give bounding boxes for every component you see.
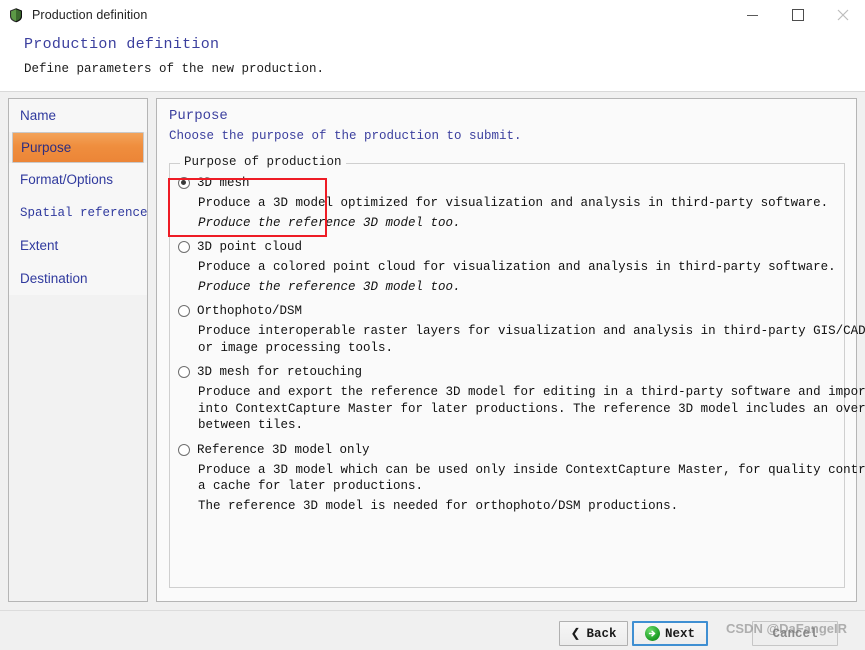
window-title: Production definition [32,8,148,22]
option-spacer [170,434,846,440]
sidebar-filler [9,295,147,595]
radio-option-header[interactable]: 3D point cloud [170,238,846,256]
radio-option-label: Orthophoto/DSM [197,304,303,318]
wizard-step-sidebar: Name Purpose Format/Options Spatial referen… [8,98,148,602]
radio-option-reference-3d-model-only[interactable]: Reference 3D model only Produce a 3D mode… [170,441,865,521]
back-button[interactable]: ❮ Back [559,621,628,646]
radio-option-description: Produce and export the reference 3D mode… [198,385,865,432]
option-spacer [170,514,846,520]
sidebar-item-purpose[interactable]: Purpose [12,132,144,163]
purpose-radio-group[interactable]: 3D mesh Produce a 3D model optimized for … [170,174,865,521]
sidebar-item-label: Extent [20,238,59,253]
group-legend: Purpose of production [180,155,346,169]
minimize-icon[interactable] [730,0,775,30]
radio-option-header[interactable]: Orthophoto/DSM [170,302,846,320]
radio-option-label: 3D point cloud [197,240,303,254]
sidebar-item-label: Format/Options [20,172,114,187]
radio-option-description: Produce a 3D model which can be used onl… [198,462,865,494]
chevron-left-icon: ❮ [570,627,581,641]
radio-button-icon[interactable] [178,305,190,317]
radio-option-3d-mesh[interactable]: 3D mesh Produce a 3D model optimized for … [170,174,846,237]
maximize-icon[interactable] [775,0,820,30]
radio-button-icon[interactable] [178,177,190,189]
sidebar-item-label: Purpose [21,140,72,155]
radio-option-label: 3D mesh [197,176,250,190]
radio-option-header[interactable]: 3D mesh for retouching [170,363,846,381]
radio-button-icon[interactable] [178,366,190,378]
sidebar-item-name[interactable]: Name [9,99,147,132]
radio-option-description: Produce the reference 3D model too. [198,279,461,294]
sidebar-item-label: Destination [20,271,88,286]
arrow-right-circle-icon [644,626,660,641]
close-icon[interactable] [820,0,865,30]
radio-option-description: Produce a 3D model optimized for visuali… [198,196,829,210]
page-subtitle: Choose the purpose of the production to … [169,129,522,143]
dialog-footer [0,611,865,650]
radio-option-3d-mesh-for-retouching[interactable]: 3D mesh for retouching Produce and export… [170,363,865,440]
radio-option-label: Reference 3D model only [197,442,370,457]
purpose-panel: Purpose Choose the purpose of the produc… [156,98,865,602]
radio-button-icon[interactable] [178,241,190,253]
sidebar-item-label: Spatial reference s [20,205,148,220]
sidebar-item-format-options[interactable]: Format/Options [9,163,147,196]
page-title: Purpose [169,108,228,124]
radio-option-description: The reference 3D model is needed for ort… [198,498,679,513]
purpose-of-production-group: Purpose of production 3D mesh Produce a 3… [169,155,865,588]
option-spacer [170,295,846,301]
radio-option-header[interactable]: Reference 3D model only [170,441,846,459]
radio-option-header[interactable]: 3D mesh [170,174,846,192]
sidebar-item-label: Name [20,108,57,123]
radio-option-3d-point-cloud[interactable]: 3D point cloud Produce a colored point cl… [170,238,846,301]
next-button-label: Next [664,626,695,641]
sidebar-item-extent[interactable]: Extent [9,229,147,262]
radio-option-orthophoto-dsm[interactable]: Orthophoto/DSM Produce interoperable rast… [170,302,865,362]
option-spacer [170,356,846,362]
radio-option-description: Produce interoperable raster layers for … [198,324,865,355]
back-button-label: Back [586,626,617,641]
header-title: Production definition [24,36,220,53]
window-controls [730,0,865,30]
title-bar: Production definition [0,0,865,30]
sidebar-item-destination[interactable]: Destination [9,262,147,295]
cancel-button-label: Cancel [772,626,818,641]
cancel-button[interactable]: Cancel [752,621,838,646]
radio-option-description: Produce the reference 3D model too. [198,215,461,230]
option-spacer [170,231,846,237]
production-definition-dialog: Production definition Production definit… [0,0,865,650]
dialog-header: Production definition Define parameters … [0,30,865,92]
radio-option-description: Produce a colored point cloud for visual… [198,260,836,274]
next-button[interactable]: Next [632,621,708,646]
radio-option-label: 3D mesh for retouching [197,365,363,379]
cube-icon [8,7,24,23]
header-subtitle: Define parameters of the new production. [24,62,325,76]
radio-button-icon[interactable] [178,443,190,456]
sidebar-item-spatial-reference-s[interactable]: Spatial reference s [9,196,147,229]
